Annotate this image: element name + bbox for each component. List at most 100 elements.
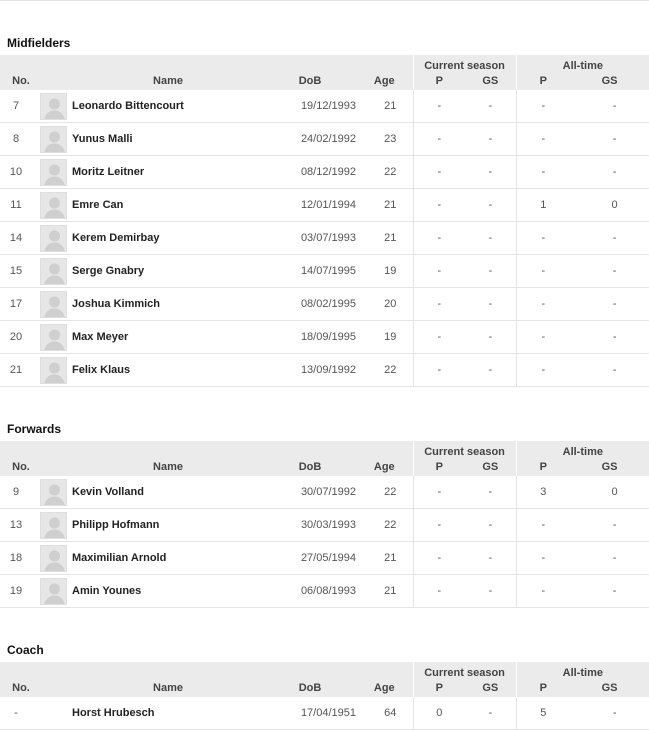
alltime-goals: - — [570, 221, 649, 255]
age: 23 — [356, 122, 414, 156]
player-name-link[interactable]: Felix Klaus — [68, 353, 264, 387]
current-goals: - — [465, 574, 517, 608]
alltime-appearances: - — [515, 122, 571, 156]
header-current-p: P — [412, 458, 466, 476]
alltime-appearances: - — [515, 320, 571, 354]
table-row: 13 Philipp Hofmann 30/03/1993 22- - - - — [0, 508, 649, 542]
header-current-season: Current season — [412, 55, 517, 72]
table-row: 14 Kerem Demirbay 03/07/1993 21- - - - — [0, 221, 649, 255]
current-appearances: - — [412, 254, 466, 288]
alltime-goals: - — [570, 541, 649, 575]
header-name: Name — [68, 458, 264, 476]
current-goals: - — [465, 697, 517, 730]
player-name-link[interactable]: Leonardo Bittencourt — [68, 90, 264, 123]
age: 20 — [356, 287, 414, 321]
current-appearances: - — [412, 320, 466, 354]
avatar-placeholder-icon — [40, 224, 67, 252]
section-title-midfielders: Midfielders — [7, 36, 71, 50]
header-column-row: No. Name DoB Age P GS P GS — [0, 679, 649, 697]
player-photo-cell — [34, 320, 68, 354]
player-name-link[interactable]: Yunus Malli — [68, 122, 264, 156]
date-of-birth: 12/01/1994 — [264, 188, 356, 222]
shirt-number: 17 — [0, 287, 34, 321]
date-of-birth: 18/09/1995 — [264, 320, 356, 354]
table-row: 15 Serge Gnabry 14/07/1995 19- - - - — [0, 254, 649, 288]
avatar-placeholder-icon — [40, 257, 67, 285]
alltime-goals: - — [570, 155, 649, 189]
current-goals: - — [465, 353, 517, 387]
date-of-birth: 17/04/1951 — [264, 697, 356, 730]
age: 21 — [356, 188, 414, 222]
header-current-gs: GS — [465, 679, 517, 697]
avatar-placeholder-icon — [40, 125, 67, 153]
current-goals: - — [465, 254, 517, 288]
current-goals: - — [465, 122, 517, 156]
current-goals: - — [465, 508, 517, 542]
player-name-link[interactable]: Kevin Volland — [68, 476, 264, 509]
player-photo-cell — [34, 476, 68, 509]
shirt-number: 9 — [0, 476, 34, 509]
squad-table-forwards: Current season All-time No. Name DoB Age P GS P G… — [0, 441, 649, 608]
age: 22 — [356, 155, 414, 189]
table-row: 19 Amin Younes 06/08/1993 21- - - - — [0, 574, 649, 608]
current-goals: - — [465, 155, 517, 189]
date-of-birth: 13/09/1992 — [264, 353, 356, 387]
age: 22 — [356, 508, 414, 542]
header-current-season: Current season — [412, 441, 517, 458]
header-current-season: Current season — [412, 662, 517, 679]
age: 22 — [356, 476, 414, 509]
current-appearances: - — [412, 155, 466, 189]
header-name: Name — [68, 72, 264, 90]
header-group-row: Current season All-time — [0, 441, 649, 458]
table-row: 17 Joshua Kimmich 08/02/1995 20- - - - — [0, 287, 649, 321]
player-name-link[interactable]: Max Meyer — [68, 320, 264, 354]
player-name-link[interactable]: Amin Younes — [68, 574, 264, 608]
player-photo-cell — [34, 254, 68, 288]
date-of-birth: 03/07/1993 — [264, 221, 356, 255]
date-of-birth: 14/07/1995 — [264, 254, 356, 288]
current-goals: - — [465, 476, 517, 509]
avatar-placeholder-icon — [40, 356, 67, 384]
player-name-link[interactable]: Kerem Demirbay — [68, 221, 264, 255]
avatar-placeholder-icon — [40, 290, 67, 318]
table-row: 7 Leonardo Bittencourt 19/12/1993 21- - - - — [0, 90, 649, 123]
player-name-link[interactable]: Philipp Hofmann — [68, 508, 264, 542]
current-appearances: - — [412, 508, 466, 542]
player-name-link[interactable]: Serge Gnabry — [68, 254, 264, 288]
age: 64 — [356, 697, 414, 730]
alltime-goals: - — [570, 287, 649, 321]
header-dob: DoB — [264, 458, 356, 476]
alltime-goals: - — [570, 320, 649, 354]
header-name: Name — [68, 679, 264, 697]
player-photo-cell — [34, 508, 68, 542]
current-appearances: - — [412, 221, 466, 255]
age: 21 — [356, 221, 414, 255]
player-name-link[interactable]: Maximilian Arnold — [68, 541, 264, 575]
age: 19 — [356, 254, 414, 288]
header-all-time: All-time — [515, 662, 649, 679]
date-of-birth: 24/02/1992 — [264, 122, 356, 156]
player-photo-cell — [34, 155, 68, 189]
alltime-appearances: - — [515, 254, 571, 288]
avatar-placeholder-icon — [40, 478, 67, 506]
header-dob: DoB — [264, 679, 356, 697]
alltime-goals: 0 — [570, 188, 649, 222]
alltime-appearances: - — [515, 221, 571, 255]
date-of-birth: 08/12/1992 — [264, 155, 356, 189]
header-spacer — [0, 662, 414, 679]
shirt-number: 18 — [0, 541, 34, 575]
player-name-link[interactable]: Joshua Kimmich — [68, 287, 264, 321]
shirt-number: 15 — [0, 254, 34, 288]
current-appearances: 0 — [412, 697, 466, 730]
header-no: No. — [0, 679, 34, 697]
age: 21 — [356, 541, 414, 575]
table-row: 18 Maximilian Arnold 27/05/1994 21- - - - — [0, 541, 649, 575]
player-name-link[interactable]: Moritz Leitner — [68, 155, 264, 189]
header-no: No. — [0, 458, 34, 476]
player-name-link[interactable]: Emre Can — [68, 188, 264, 222]
squad-table-coach: Current season All-time No. Name DoB Age P GS P G… — [0, 662, 649, 730]
table-row: 10 Moritz Leitner 08/12/1992 22- - - - — [0, 155, 649, 189]
avatar-placeholder-icon — [40, 158, 67, 186]
player-name-link[interactable]: Horst Hrubesch — [68, 697, 264, 730]
header-current-p: P — [412, 72, 466, 90]
